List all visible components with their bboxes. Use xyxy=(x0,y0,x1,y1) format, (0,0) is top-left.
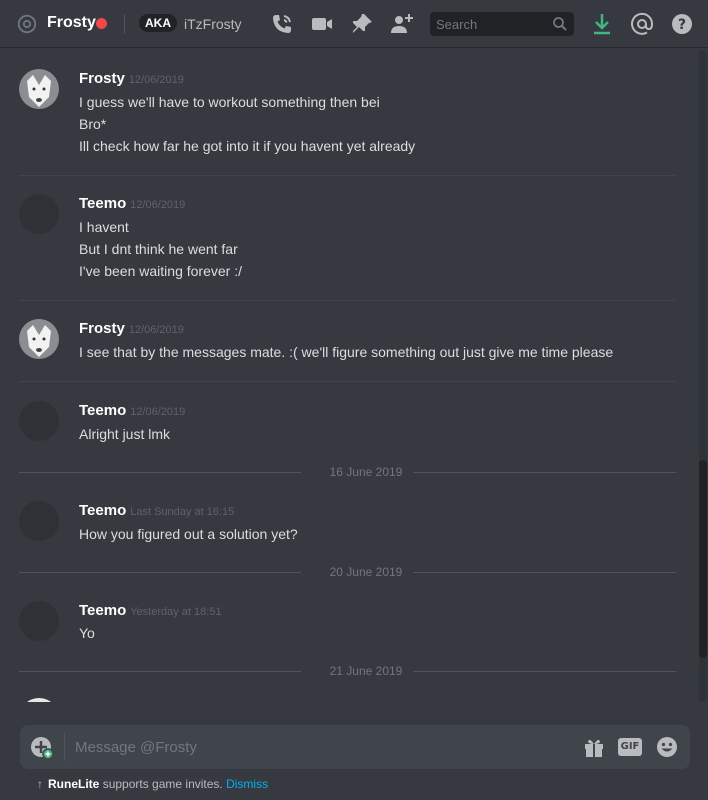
avatar[interactable] xyxy=(19,319,59,359)
message-text: I see that by the messages mate. :( we'l… xyxy=(79,344,614,360)
message-timestamp: Yesterday at 18:51 xyxy=(130,606,222,618)
app-name: RuneLite xyxy=(48,777,100,791)
channel-header: Frosty AKA iTzFrosty ? xyxy=(0,0,708,48)
message-timestamp: Last Sunday at 16:15 xyxy=(130,506,235,518)
channel-title: Frosty xyxy=(47,14,96,31)
message-input[interactable] xyxy=(75,725,555,769)
message-timestamp: 12/06/2019 xyxy=(128,74,184,86)
gift-icon[interactable] xyxy=(582,735,606,759)
at-icon xyxy=(17,14,37,34)
message-text: I havent xyxy=(79,219,129,235)
wolf-avatar-icon xyxy=(19,319,59,359)
aka-badge: AKA xyxy=(139,14,177,32)
aka-name: iTzFrosty xyxy=(184,16,242,32)
date-divider: 21 June 2019 xyxy=(19,664,676,678)
composer-divider xyxy=(64,733,65,761)
message-author[interactable]: Frosty 12/06/2019 xyxy=(79,70,184,87)
voice-call-icon[interactable] xyxy=(270,12,294,36)
message-timestamp: 12/06/2019 xyxy=(130,406,186,418)
message-composer: GIF xyxy=(20,725,690,769)
download-icon[interactable] xyxy=(590,12,614,36)
help-icon[interactable]: ? xyxy=(670,12,694,36)
message-separator xyxy=(19,300,676,301)
notice-text: supports game invites. xyxy=(102,777,223,791)
avatar[interactable] xyxy=(19,601,59,641)
message-author[interactable]: Teemo 12/06/2019 xyxy=(79,402,185,419)
mentions-icon[interactable] xyxy=(630,12,654,36)
message-text: Bro* xyxy=(79,116,107,132)
scrollbar-thumb[interactable] xyxy=(699,460,707,658)
message-timestamp: 12/06/2019 xyxy=(128,324,184,336)
message-list[interactable]: Frosty 12/06/2019 I guess we'll have to w… xyxy=(0,48,700,702)
attach-icon[interactable] xyxy=(30,736,54,760)
avatar[interactable] xyxy=(19,401,59,441)
date-divider: 20 June 2019 xyxy=(19,565,676,579)
message-author[interactable]: Teemo Yesterday at 18:51 xyxy=(79,602,222,619)
message-author[interactable]: Teemo 12/06/2019 xyxy=(79,195,185,212)
avatar[interactable] xyxy=(19,194,59,234)
date-divider-label: 21 June 2019 xyxy=(319,664,413,678)
avatar[interactable] xyxy=(19,501,59,541)
emoji-icon[interactable] xyxy=(655,735,679,759)
message-author[interactable]: Teemo Last Sunday at 16:15 xyxy=(79,502,234,519)
header-divider xyxy=(124,14,125,34)
status-dnd-indicator xyxy=(96,18,107,29)
message-text: Ill check how far he got into it if you … xyxy=(79,138,416,154)
message-text: But I dnt think he went far xyxy=(79,241,238,257)
message-separator xyxy=(19,175,676,176)
add-friend-icon[interactable] xyxy=(390,12,414,36)
message-separator xyxy=(19,381,676,382)
search-icon xyxy=(553,17,567,31)
message-timestamp: 12/06/2019 xyxy=(130,199,186,211)
avatar[interactable] xyxy=(19,698,59,702)
date-divider-label: 16 June 2019 xyxy=(319,465,413,479)
svg-text:?: ? xyxy=(678,17,686,33)
gif-icon[interactable]: GIF xyxy=(618,738,642,756)
gif-label: GIF xyxy=(620,741,640,752)
message-text: Alright just lmk xyxy=(79,426,171,442)
avatar[interactable] xyxy=(19,69,59,109)
date-divider-label: 20 June 2019 xyxy=(319,565,413,579)
game-invite-notice: ↑ RuneLite supports game invites. Dismiss xyxy=(37,777,268,791)
message-text: I've been waiting forever :/ xyxy=(79,263,242,279)
dismiss-link[interactable]: Dismiss xyxy=(226,777,268,791)
wolf-avatar-icon xyxy=(19,69,59,109)
message-text: How you figured out a solution yet? xyxy=(79,526,298,542)
pin-icon[interactable] xyxy=(350,12,374,36)
date-divider: 16 June 2019 xyxy=(19,465,676,479)
message-text: I guess we'll have to workout something … xyxy=(79,94,380,110)
message-text: Yo xyxy=(79,625,95,641)
arrow-up-icon: ↑ xyxy=(37,777,43,791)
video-call-icon[interactable] xyxy=(310,12,334,36)
message-author[interactable]: Frosty 12/06/2019 xyxy=(79,320,184,337)
